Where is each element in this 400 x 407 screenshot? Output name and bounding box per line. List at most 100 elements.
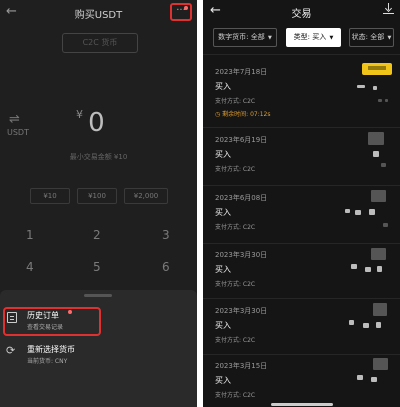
filter-value: 全部 [250,33,265,41]
c2c-currency-selector[interactable]: C2C 货币 [62,33,138,53]
order-side: 买入 [215,321,231,330]
filter-key: 类型: [293,33,311,41]
redacted-amount [377,266,382,272]
history-orders-subtitle: 查看交易记录 [27,324,64,331]
filter-key: 数字货币: [218,33,249,41]
order-row[interactable]: 2023年3月30日 买入 支付方式: C2C [203,248,400,299]
redacted-amount [376,322,381,328]
reselect-currency-item[interactable]: 重新选择货币 [27,344,75,355]
redacted-amount [349,320,354,325]
chevron-down-icon: ▼ [329,35,334,41]
redacted-amount [373,303,387,316]
redacted-amount [371,190,386,202]
order-date: 2023年7月18日 [215,68,268,76]
order-date: 2023年6月19日 [215,136,268,144]
order-side: 买入 [215,82,231,91]
home-indicator [271,403,333,406]
order-time-remaining: ◷ 剩余时间: 07:12s [215,111,271,118]
row-separator [203,298,400,299]
order-row[interactable]: 2023年7月18日 买入 支付方式: C2C ◷ 剩余时间: 07:12s [203,63,400,128]
page-title: 购买USDT [74,10,123,21]
redacted-amount [373,151,379,157]
order-payment: 支付方式: C2C [215,224,256,231]
row-separator [203,127,400,128]
notification-dot [184,6,188,10]
order-side: 买入 [215,208,231,217]
page-title: 交易 [291,9,312,20]
redacted-amount [357,375,363,380]
quick-amount-button[interactable]: ¥100 [77,188,117,204]
swap-icon[interactable]: ⇌ [9,112,20,127]
order-row[interactable]: 2023年3月15日 买入 支付方式: C2C [203,358,400,407]
order-row[interactable]: 2023年6月19日 买入 支付方式: C2C [203,132,400,186]
order-payment: 支付方式: C2C [215,392,256,399]
amount-value: 0 [88,108,105,138]
redacted-amount [373,358,388,370]
redacted-amount [363,323,369,328]
order-payment: 支付方式: C2C [215,337,256,344]
refresh-icon: ⟳ [6,344,16,357]
order-side: 买入 [215,150,231,159]
order-side: 买入 [215,376,231,385]
order-date: 2023年3月30日 [215,251,268,259]
order-payment: 支付方式: C2C [215,281,256,288]
redacted-amount [357,85,365,88]
redacted-amount [373,86,377,90]
order-date: 2023年3月15日 [215,362,268,370]
currency-symbol: ¥ [76,108,83,121]
keypad-key[interactable]: 5 [93,260,101,274]
order-side: 买入 [215,265,231,274]
keypad-key[interactable]: 6 [162,260,170,274]
redacted-amount [383,223,388,227]
keypad-key[interactable]: 3 [162,228,170,242]
filter-status[interactable]: 状态: 全部 ▼ [349,28,394,47]
order-payment: 支付方式: C2C [215,166,256,173]
amount-display: ¥ 0 [76,108,105,138]
order-row[interactable]: 2023年3月30日 买入 支付方式: C2C [203,303,400,355]
keypad-key[interactable]: 4 [26,260,34,274]
chevron-down-icon: ▼ [267,35,272,41]
redacted-amount [385,99,388,102]
redacted-amount [381,163,386,167]
filter-key: 状态: [351,33,369,41]
currency-label: USDT [7,128,29,137]
quick-amount-button[interactable]: ¥2,000 [124,188,168,204]
document-icon [7,312,17,323]
redacted-amount [355,210,361,215]
pending-status-badge [362,63,392,75]
keypad-key[interactable]: 2 [93,228,101,242]
chevron-down-icon: ▼ [387,35,392,41]
redacted-amount [351,264,357,269]
redacted-amount [378,99,382,102]
buy-usdt-screen: ← 购买USDT ··· C2C 货币 ⇌ USDT ¥ 0 最小交易金额 ¥1… [0,0,197,407]
filter-crypto[interactable]: 数字货币: 全部 ▼ [213,28,277,47]
filter-value: 买入 [312,33,327,41]
redacted-amount [345,209,350,213]
order-payment: 支付方式: C2C [215,98,256,105]
row-separator [203,185,400,186]
order-row[interactable]: 2023年6月08日 买入 支付方式: C2C [203,190,400,244]
keypad-key[interactable]: 1 [26,228,34,242]
order-date: 2023年3月30日 [215,307,268,315]
row-separator [203,354,400,355]
divider [203,54,400,55]
min-amount-text: 最小交易金额 ¥10 [69,153,128,161]
redacted-amount [371,248,386,260]
order-date: 2023年6月08日 [215,194,268,202]
current-currency-text: 当前货币: CNY [27,358,68,365]
transactions-screen: ← 交易 数字货币: 全部 ▼ 类型: 买入 ▼ 状态: 全部 ▼ 2023年7… [203,0,400,407]
more-menu-button[interactable]: ··· [170,3,192,21]
redacted-amount [371,377,377,382]
quick-amount-button[interactable]: ¥10 [30,188,70,204]
redacted-amount [365,267,371,272]
remaining-text: 剩余时间: 07:12s [222,111,271,118]
sheet-grab-handle[interactable] [84,294,112,297]
download-icon[interactable] [383,3,394,15]
history-orders-title: 历史订单 [27,311,59,320]
redacted-amount [369,209,375,215]
notification-dot [68,310,72,314]
redacted-amount [368,132,384,145]
bottom-sheet-menu: 历史订单 查看交易记录 ⟳ 重新选择货币 当前货币: CNY [0,290,197,407]
filter-type[interactable]: 类型: 买入 ▼ [286,28,341,47]
filter-value: 全部 [370,33,385,41]
